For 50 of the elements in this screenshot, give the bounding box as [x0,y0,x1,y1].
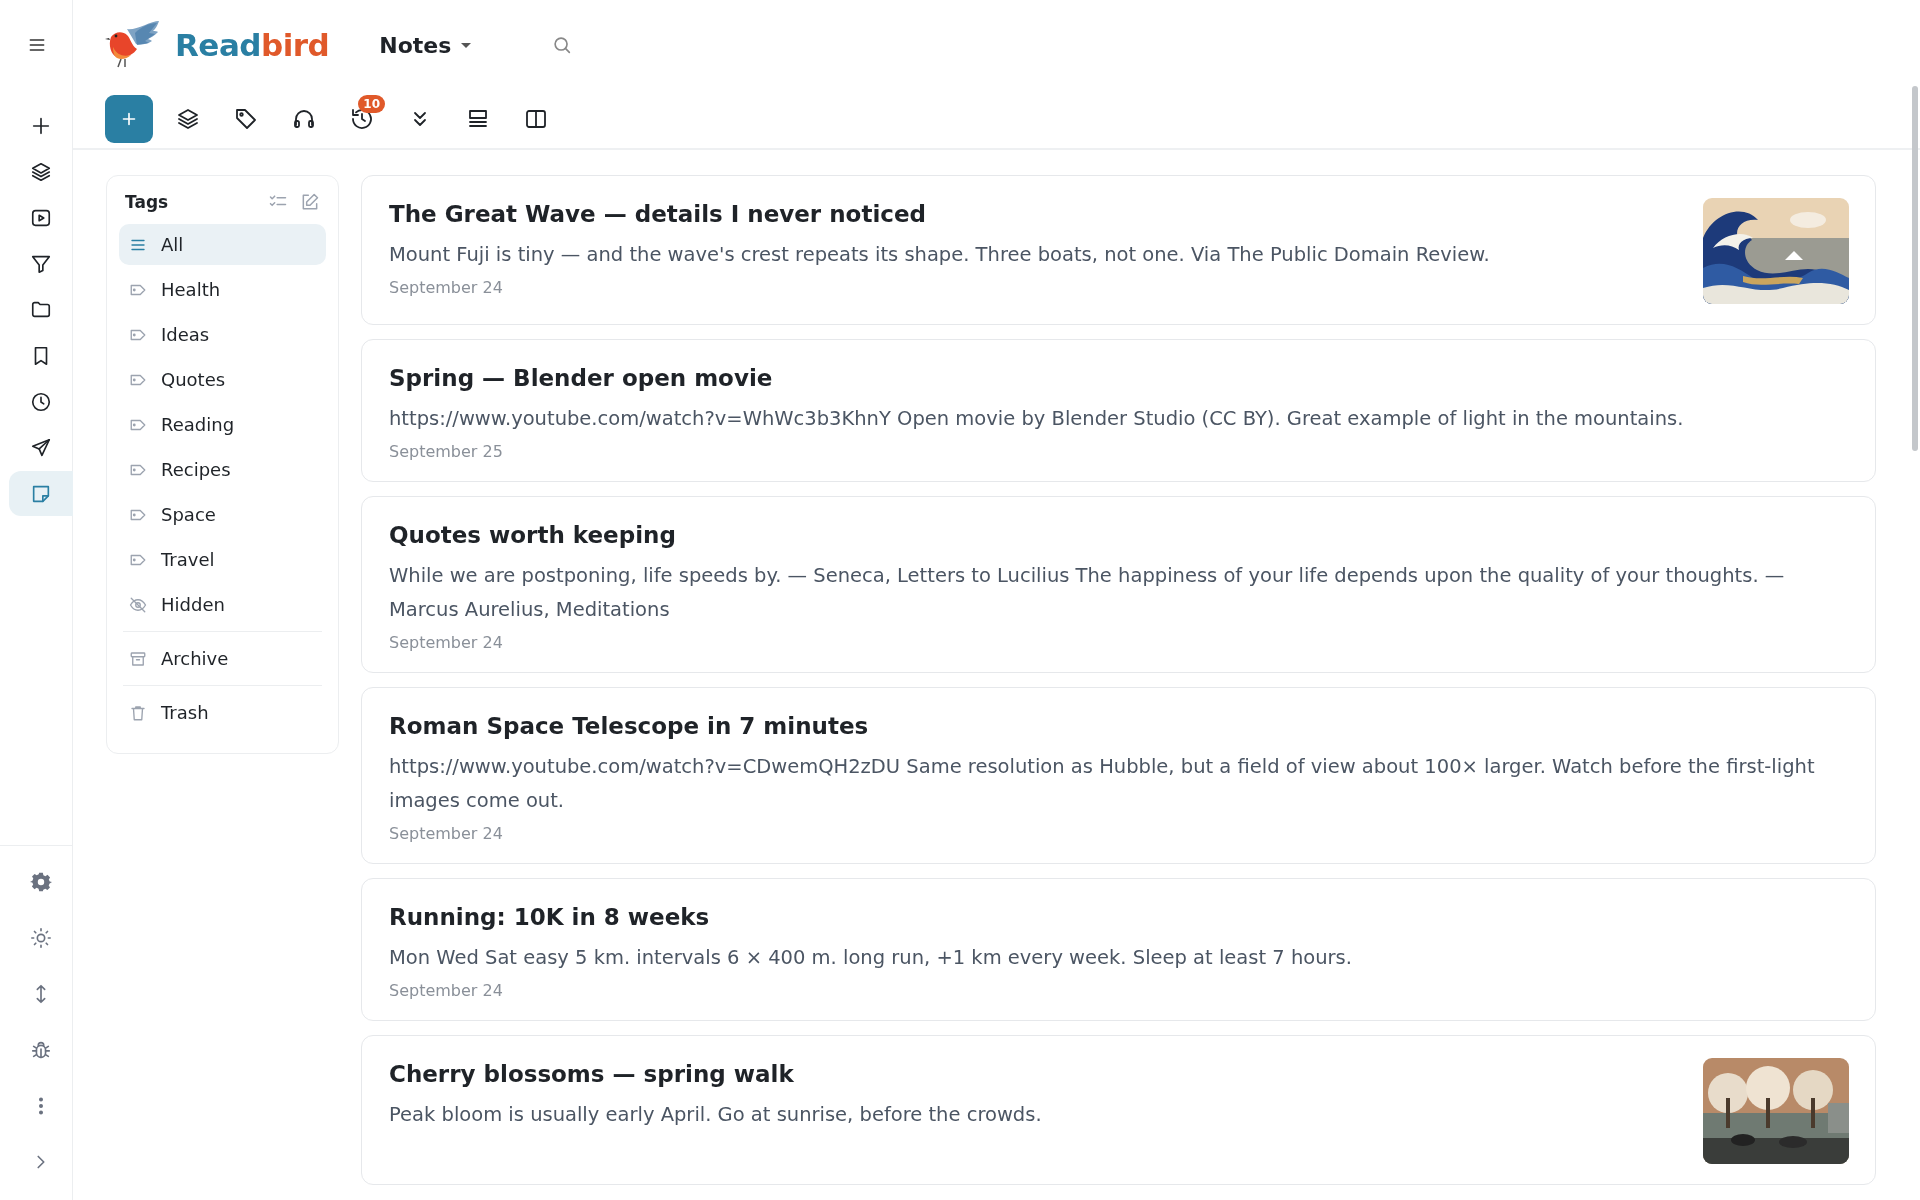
tag-item[interactable]: Recipes [119,449,326,490]
tag-item[interactable]: Health [119,269,326,310]
tag-item[interactable]: Ideas [119,314,326,355]
panel-title: Tags [125,192,170,212]
note-preview: https://www.youtube.com/watch?v=CDwemQH2zDU Same resolution as Hubble, but a field of view about 100× larger. Watch before the first-light images come out. [389,754,1816,814]
brand-wordmark: Readbird [175,27,330,63]
tag-item[interactable]: Trash [119,692,326,733]
note-date: September 25 [389,442,504,461]
note-title: Running: 10K in 8 weeks [389,903,711,932]
scrollbar-thumb[interactable] [1912,86,1918,451]
note-card[interactable] [361,496,1876,673]
note-icon[interactable] [9,471,73,516]
tag-item[interactable]: Archive [119,638,326,679]
note-date: September 24 [389,278,504,297]
note-preview: https://www.youtube.com/watch?v=WhWc3b3KhnY Open movie by Blender Studio (CC BY). Great example of light in the mountains. [389,406,1685,432]
tag-icon [233,107,258,131]
tag-item[interactable]: Hidden [119,584,326,625]
note-preview: Mount Fuji is tiny — and the wave's crest repeats its shape. Three boats, not one. Via The Public Domain Review. [389,242,1491,268]
note-title: Cherry blossoms — spring walk [389,1060,795,1089]
note-date: September 24 [389,633,504,652]
new-note-button[interactable] [105,95,153,143]
columns-icon [523,107,548,131]
hidden-eye-icon [129,595,147,614]
note-title: Spring — Blender open movie [389,364,774,393]
note-card[interactable] [361,687,1876,864]
layers-icon [175,107,200,131]
note-title: Quotes worth keeping [389,521,677,550]
note-title: Roman Space Telescope in 7 minutes [389,712,870,741]
tag-item[interactable]: Travel [119,539,326,580]
note-card[interactable]: Cherry blossoms — spring walk Peak bloom is usually early April. Go at sunrise, before the crowds. [361,1035,1876,1185]
note-preview: Mon Wed Sat easy 5 km. intervals 6 × 400 m. long run, +1 km every week. Sleep at least 7 hours. [389,945,1353,971]
tag-item[interactable]: Reading [119,404,326,445]
note-preview: While we are postponing, life speeds by. — Seneca, Letters to Lucilius The happiness of your life depends upon the quality of your thoughts. — Marcus Aurelius, Meditations [389,563,1786,623]
note-card[interactable]: The Great Wave — details I never noticed Mount Fuji is tiny — and the wave's crest repeats its shape. Three boats, not one. Via The Public Domain Review. September 24 [361,175,1876,325]
note-card[interactable]: Spring — Blender open movie https://www.youtube.com/watch?v=WhWc3b3KhnY Open movie by Blender Studio (CC BY). Great example of light in the mountains. September 25 [361,339,1876,482]
archive-icon [129,649,147,668]
note-preview: Peak bloom is usually early April. Go at sunrise, before the crowds. [389,1102,1043,1128]
history-button[interactable]: 10 [338,95,385,143]
note-date: September 24 [389,981,504,1000]
history-icon [349,107,374,131]
headphones-icon [291,107,316,131]
tag-item[interactable]: All [119,224,326,265]
view-dropdown[interactable]: Notes [379,32,472,58]
note-card[interactable]: Running: 10K in 8 weeks Mon Wed Sat easy 5 km. intervals 6 × 400 m. long run, +1 km every week. Sleep at least 7 hours. September 24 [361,878,1876,1021]
count-badge: 10 [358,95,385,113]
trash-icon [129,703,147,722]
tag-item[interactable]: Quotes [119,359,326,400]
note-date: September 24 [389,824,504,843]
note-title: The Great Wave — details I never noticed [389,200,927,229]
tag-item[interactable]: Space [119,494,326,535]
